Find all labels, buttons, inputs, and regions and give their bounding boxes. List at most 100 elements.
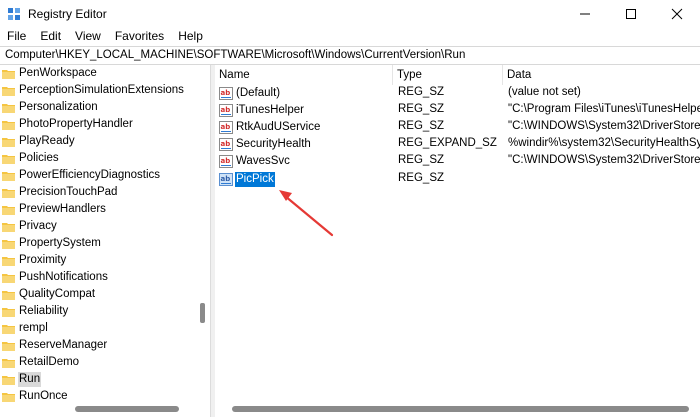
folder-icon [2,120,15,130]
value-name-cell: ab (Default) [219,85,281,102]
tree-item-label: PlayReady [19,135,75,147]
value-type: REG_SZ [398,154,445,166]
value-name-cell: ab SecurityHealth [219,136,312,153]
ab-string-icon: ab [219,121,233,134]
value-row-wavessvc[interactable]: ab WavesSvc REG_SZ "C:\WINDOWS\System32\… [215,153,700,170]
tree-item-label: rempl [19,322,48,334]
tree-item-reliability[interactable]: Reliability [0,303,195,320]
tree-item-previewhandlers[interactable]: PreviewHandlers [0,201,195,218]
tree-vertical-scrollbar[interactable] [197,65,209,405]
tree-item-propertysystem[interactable]: PropertySystem [0,235,195,252]
folder-icon [2,256,15,266]
tree-item-qualitycompat[interactable]: QualityCompat [0,286,195,303]
svg-text:ab: ab [221,175,231,183]
tree-item-label: PrecisionTouchPad [19,186,118,198]
value-name-cell: ab RtkAudUService [219,119,321,136]
address-bar[interactable]: Computer\HKEY_LOCAL_MACHINE\SOFTWARE\Mic… [0,46,700,65]
value-type: REG_EXPAND_SZ [398,137,497,149]
value-name: WavesSvc [236,155,290,167]
tree-vertical-scroll-thumb[interactable] [200,303,205,323]
menu-favorites[interactable]: Favorites [108,27,171,46]
menu-file[interactable]: File [0,27,33,46]
values-horizontal-scrollbar[interactable] [215,403,700,417]
folder-icon [2,239,15,249]
maximize-icon [626,8,636,19]
title-bar: Registry Editor [0,0,700,27]
value-row-picpick[interactable]: ab PicPick REG_SZ [215,171,700,188]
value-data: "C:\Program Files\iTunes\iTunesHelper.e [508,103,700,115]
value-data: "C:\WINDOWS\System32\DriverStore\F [508,120,700,132]
value-name: RtkAudUService [236,121,321,133]
tree-item-label: ReserveManager [19,339,108,351]
tree-item-privacy[interactable]: Privacy [0,218,195,235]
tree-item-photopropertyhandler[interactable]: PhotoPropertyHandler [0,116,195,133]
svg-text:ab: ab [221,157,231,165]
folder-icon [2,171,15,181]
tree-item-playready[interactable]: PlayReady [0,133,195,150]
column-header-type[interactable]: Type [393,65,503,85]
value-name-cell: ab PicPick [219,171,276,188]
value-name-cell: ab WavesSvc [219,153,291,170]
tree-item-pushnotifications[interactable]: PushNotifications [0,269,195,286]
menu-edit[interactable]: Edit [33,27,68,46]
folder-icon [2,273,15,283]
tree-item-rempl[interactable]: rempl [0,320,195,337]
tree-item-label: PropertySystem [19,237,101,249]
address-path[interactable]: Computer\HKEY_LOCAL_MACHINE\SOFTWARE\Mic… [5,49,465,61]
menu-help[interactable]: Help [171,27,210,46]
svg-text:ab: ab [221,123,231,131]
tree-item-label: Reliability [19,305,69,317]
folder-icon [2,205,15,215]
close-icon [671,8,683,19]
folder-icon [2,307,15,317]
value-data: (value not set) [508,86,581,98]
value-type: REG_SZ [398,103,445,115]
tree-item-policies[interactable]: Policies [0,150,195,167]
close-button[interactable] [654,0,700,27]
folder-icon [2,103,15,113]
value-name[interactable]: PicPick [234,171,276,188]
value-row-securityhealth[interactable]: ab SecurityHealth REG_EXPAND_SZ %windir%… [215,136,700,153]
tree-item-label: Personalization [19,101,98,113]
tree-item-penworkspace[interactable]: PenWorkspace [0,65,195,82]
tree-item-reservemanager[interactable]: ReserveManager [0,337,195,354]
tree-item-label: Policies [19,152,59,164]
folder-icon [2,188,15,198]
maximize-button[interactable] [608,0,654,27]
folder-icon [2,86,15,96]
folder-icon [2,154,15,164]
tree-item-label: Privacy [19,220,57,232]
key-tree: PenWorkspace PerceptionSimulationExtensi… [0,65,210,417]
tree-item-label: QualityCompat [19,288,96,300]
value-row-default[interactable]: ab (Default) REG_SZ (value not set) [215,85,700,102]
svg-text:ab: ab [221,140,231,148]
folder-icon [2,358,15,368]
value-name-cell: ab iTunesHelper [219,102,305,119]
value-data: "C:\WINDOWS\System32\DriverStore\F [508,154,700,166]
tree-item-label: RetailDemo [19,356,80,368]
tree-horizontal-scrollbar[interactable] [0,403,209,417]
tree-horizontal-scroll-thumb[interactable] [75,406,179,412]
values-horizontal-scroll-thumb[interactable] [232,406,689,412]
column-header-data[interactable]: Data [503,65,700,85]
ab-string-icon: ab [219,155,233,168]
tree-item-powerefficiencydiagnostics[interactable]: PowerEfficiencyDiagnostics [0,167,195,184]
menu-view[interactable]: View [68,27,108,46]
tree-item-retaildemo[interactable]: RetailDemo [0,354,195,371]
value-type: REG_SZ [398,172,445,184]
value-type: REG_SZ [398,120,445,132]
tree-item-run[interactable]: Run [0,371,195,388]
value-row-rtkaudservice[interactable]: ab RtkAudUService REG_SZ "C:\WINDOWS\Sys… [215,119,700,136]
value-row-ituneshelper[interactable]: ab iTunesHelper REG_SZ "C:\Program Files… [215,102,700,119]
tree-item-label: Run [18,372,42,387]
svg-text:ab: ab [221,89,231,97]
value-name: (Default) [236,87,281,99]
folder-icon [2,341,15,351]
tree-item-perceptionsimulationextensions[interactable]: PerceptionSimulationExtensions [0,82,195,99]
folder-icon [2,375,15,385]
column-header-name[interactable]: Name [215,65,393,85]
tree-item-precisiontouchpad[interactable]: PrecisionTouchPad [0,184,195,201]
minimize-button[interactable] [562,0,608,27]
tree-item-personalization[interactable]: Personalization [0,99,195,116]
tree-item-proximity[interactable]: Proximity [0,252,195,269]
